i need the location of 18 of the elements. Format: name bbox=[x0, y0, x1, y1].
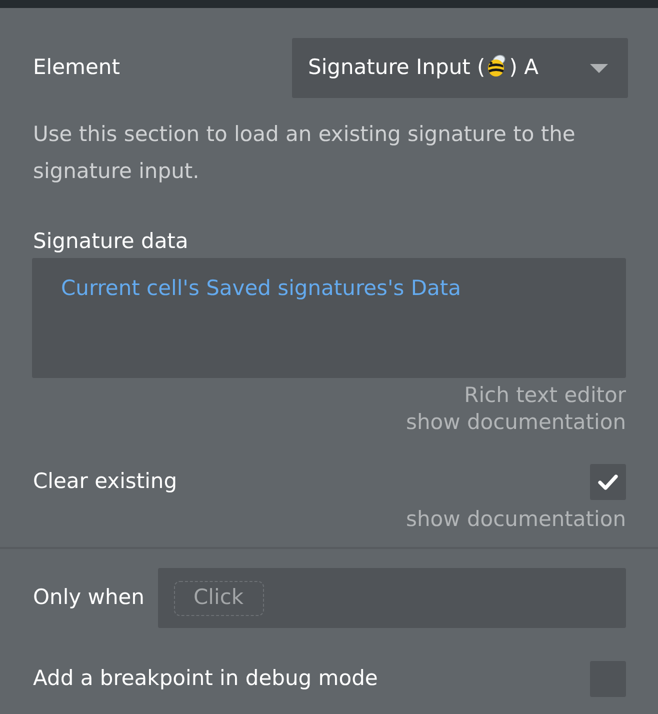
caret-icon bbox=[590, 64, 608, 72]
documentation-link[interactable]: show documentation bbox=[406, 504, 626, 534]
field-label: Add a breakpoint in debug mode bbox=[33, 665, 378, 692]
documentation-link[interactable]: show documentation bbox=[406, 409, 626, 436]
field-label: Clear existing bbox=[33, 468, 178, 496]
clear-existing-checkbox[interactable] bbox=[590, 464, 626, 500]
editor-type-text: Rich text editor bbox=[464, 382, 626, 409]
field-label: Only when bbox=[33, 584, 144, 612]
dynamic-expression: Current cell's Saved signatures's Data bbox=[61, 276, 462, 300]
element-dropdown[interactable]: Signature Input ( ) A bbox=[292, 38, 628, 98]
description-text: Use this section to load an existing signature to the signature input. bbox=[33, 121, 576, 185]
condition-field[interactable]: Click bbox=[158, 568, 626, 628]
checkmark-icon bbox=[598, 474, 618, 490]
field-label: Signature data bbox=[33, 228, 188, 255]
rich-text-field[interactable]: Current cell's Saved signatures's Data bbox=[32, 258, 626, 378]
dropdown-value: Signature Input ( ) A bbox=[308, 53, 538, 82]
placeholder-chip: Click bbox=[174, 580, 264, 616]
field-label: Element bbox=[33, 54, 120, 82]
